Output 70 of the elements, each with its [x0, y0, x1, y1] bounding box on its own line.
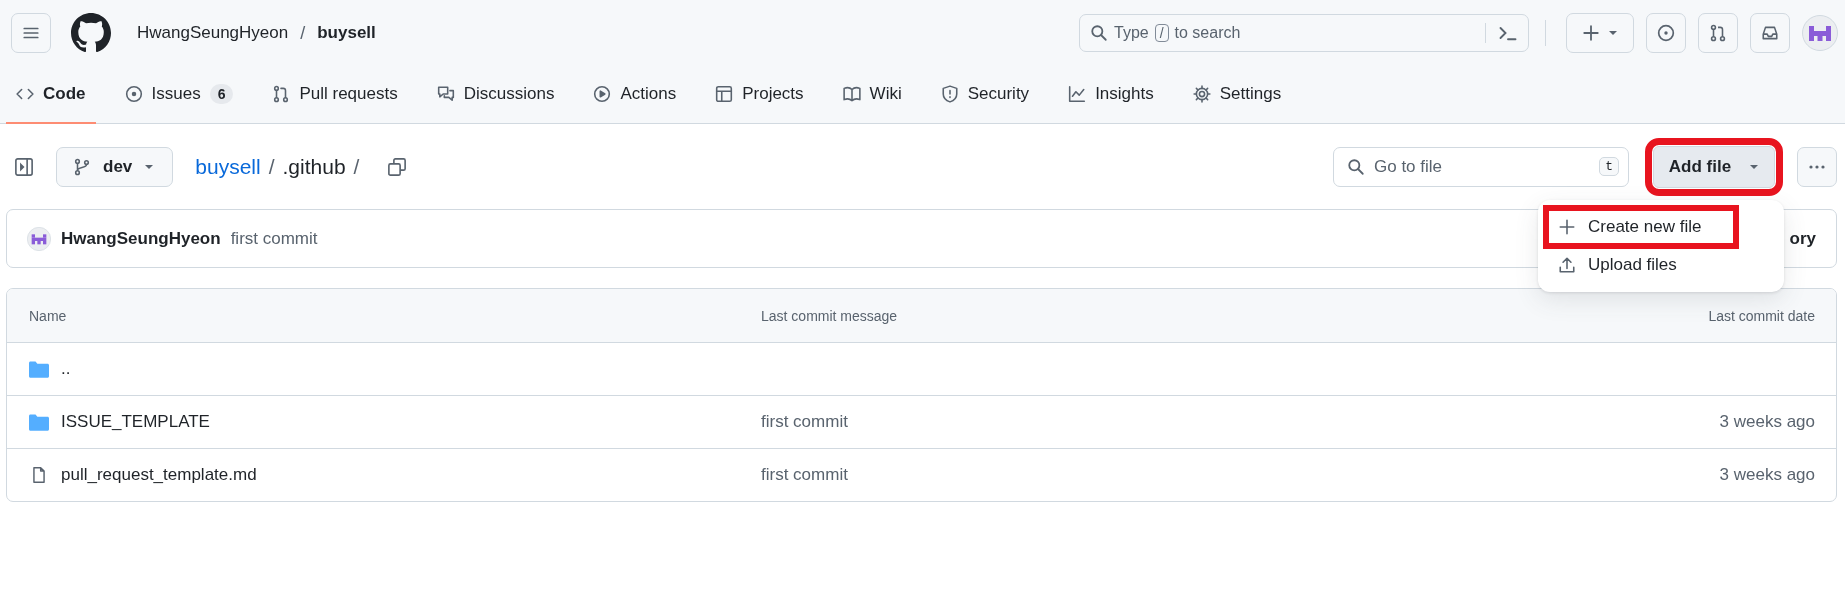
pull-request-icon [272, 85, 291, 103]
menu-item[interactable]: Upload files [1546, 246, 1776, 284]
repo-tab[interactable]: Security [930, 66, 1040, 124]
issues-button[interactable] [1646, 13, 1686, 53]
repo-tab[interactable]: Code [6, 66, 96, 124]
shield-icon [940, 85, 959, 103]
repo-tab[interactable]: Pull requests [262, 66, 408, 124]
repo-link[interactable]: buysell [317, 23, 376, 43]
path-link[interactable]: buysell [195, 154, 261, 179]
repo-tab[interactable]: Actions [583, 66, 687, 124]
inbox-button[interactable] [1750, 13, 1790, 53]
speech-bubbles-icon [436, 85, 455, 103]
circle-dot-icon [124, 85, 143, 103]
command-palette-icon[interactable] [1498, 24, 1518, 42]
folder-icon [29, 360, 49, 378]
line-graph-icon [1068, 85, 1087, 103]
repo-tab[interactable]: Discussions [426, 66, 565, 124]
create-new-button[interactable] [1566, 13, 1634, 53]
commit-message[interactable]: first commit [761, 465, 848, 484]
file-name-link[interactable]: .. [61, 359, 71, 379]
path-separator: / [300, 22, 306, 44]
inbox-icon [1761, 24, 1779, 42]
repo-tab[interactable]: Projects [705, 66, 814, 124]
commit-message[interactable]: first commit [761, 412, 848, 431]
column-header: Last commit date [1707, 307, 1816, 324]
avatar-icon [27, 226, 51, 251]
plus-icon [1558, 218, 1576, 236]
history-link[interactable]: ory [1789, 228, 1816, 249]
owner-link[interactable]: HwangSeungHyeon [137, 23, 289, 43]
path-separator: / [353, 154, 360, 179]
commit-date: 3 weeks ago [1719, 465, 1815, 484]
commit-author[interactable]: HwangSeungHyeon [61, 228, 221, 249]
search-icon [1090, 24, 1108, 42]
side-panel-icon[interactable] [14, 156, 34, 177]
caret-icon [1608, 28, 1618, 38]
repo-tab[interactable]: Issues 6 [114, 66, 244, 124]
branch-icon [73, 157, 91, 176]
ellipsis-icon [1808, 163, 1826, 170]
count-badge: 6 [209, 84, 234, 104]
pull-request-icon [1709, 24, 1727, 42]
shortcut-key: / [1154, 24, 1169, 42]
file-name-link[interactable]: pull_request_template.md [61, 465, 257, 485]
search-field[interactable]: Type / to search [1079, 14, 1529, 52]
search-hint: to search [1174, 24, 1241, 42]
menu-item[interactable]: Create new file [1546, 208, 1736, 246]
gear-icon [1192, 85, 1211, 103]
copy-icon[interactable] [387, 156, 408, 177]
search-hint: Type [1114, 24, 1149, 42]
file-name-link[interactable]: ISSUE_TEMPLATE [61, 412, 210, 432]
circle-dot-icon [1657, 24, 1675, 42]
commit-date: 3 weeks ago [1719, 412, 1815, 431]
repo-tab[interactable]: Insights [1058, 66, 1164, 124]
path-separator: / [268, 154, 275, 179]
folder-icon [29, 413, 49, 431]
column-header: Last commit message [761, 307, 899, 324]
pull-requests-button[interactable] [1698, 13, 1738, 53]
upload-icon [1558, 256, 1576, 274]
menu-button[interactable] [11, 13, 51, 53]
octocat-logo-icon[interactable] [71, 13, 111, 53]
repo-tab[interactable]: Settings [1182, 66, 1292, 124]
repo-tab[interactable]: Wiki [832, 66, 912, 124]
book-icon [842, 85, 861, 103]
commit-message[interactable]: first commit [230, 228, 318, 249]
avatar-icon[interactable] [1802, 15, 1838, 51]
plus-icon [1582, 24, 1600, 42]
play-icon [593, 85, 612, 103]
branch-selector[interactable]: dev [56, 146, 174, 187]
current-folder: .github [282, 154, 346, 179]
column-header: Name [28, 307, 68, 324]
table-icon [715, 85, 734, 103]
